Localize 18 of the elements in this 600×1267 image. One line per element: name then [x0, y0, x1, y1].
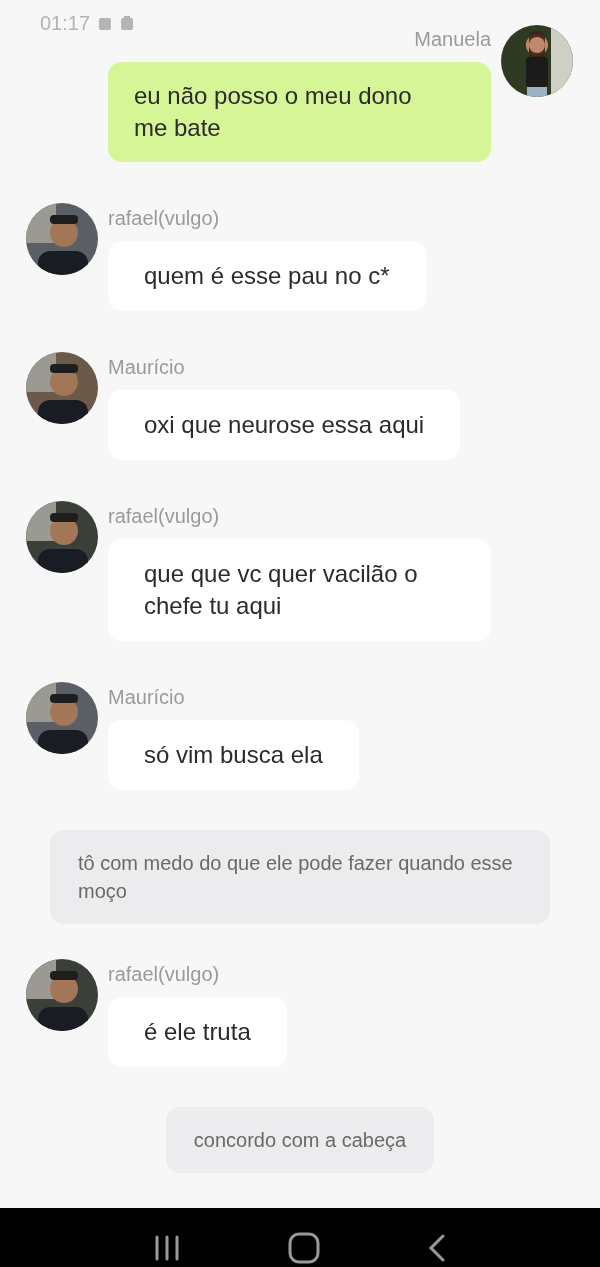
sender-name: Manuela	[414, 27, 491, 52]
recent-apps-icon[interactable]	[153, 1234, 182, 1262]
message-bubble: é ele truta	[108, 997, 287, 1067]
message-bubble: eu não posso o meu dono me bate	[108, 62, 491, 162]
status-time: 01:17	[40, 12, 91, 35]
back-icon[interactable]	[426, 1233, 447, 1263]
message-bubble: quem é esse pau no c*	[108, 241, 426, 311]
sender-name: rafael(vulgo)	[108, 962, 220, 987]
message-bubble: só vim busca ela	[108, 720, 359, 790]
sender-name: Maurício	[108, 355, 185, 380]
narration-box: tô com medo do que ele pode fazer quando esse moço	[50, 830, 550, 924]
home-icon[interactable]	[288, 1232, 320, 1264]
sender-name: Maurício	[108, 685, 185, 710]
message-bubble: oxi que neurose essa aqui	[108, 390, 461, 460]
sender-name: rafael(vulgo)	[108, 504, 220, 529]
narration-box: concordo com a cabeça	[165, 1107, 435, 1173]
sender-name: rafael(vulgo)	[108, 206, 220, 231]
message-bubble: que que vc quer vacilão o chefe tu aqui	[108, 539, 491, 641]
